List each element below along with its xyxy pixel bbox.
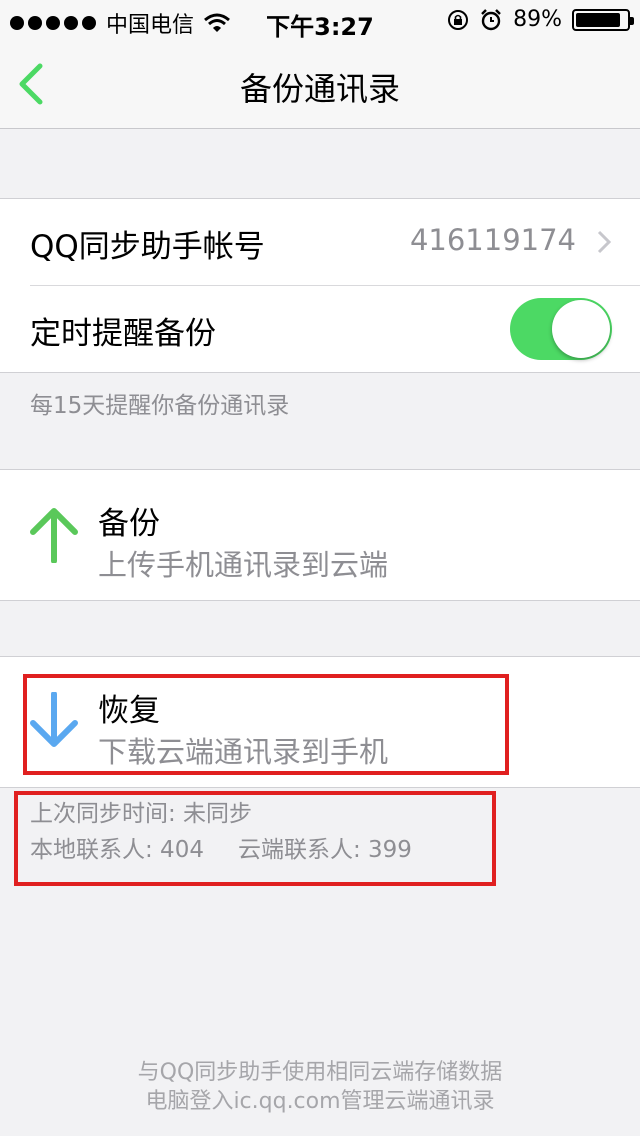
battery-percent: 89% — [513, 7, 562, 32]
sync-info-highlight-box — [14, 791, 496, 886]
account-row[interactable]: QQ同步助手帐号 416119174 — [0, 199, 640, 285]
footer-line-1: 与QQ同步助手使用相同云端存储数据 — [137, 1060, 503, 1085]
toggle-knob — [552, 300, 610, 358]
footer-note: 与QQ同步助手使用相同云端存储数据 电脑登入ic.qq.com管理云端通讯录 — [0, 1058, 640, 1116]
reminder-toggle[interactable] — [510, 298, 612, 360]
account-label: QQ同步助手帐号 — [30, 229, 265, 265]
restore-highlight-box — [23, 674, 509, 775]
battery-icon — [572, 8, 634, 31]
page-title: 备份通讯录 — [239, 70, 400, 108]
status-right: 89% — [447, 7, 634, 32]
arrow-up-icon — [30, 508, 78, 563]
battery-fill — [576, 12, 621, 27]
account-value: 416119174 — [409, 223, 576, 257]
backup-group: 备份 上传手机通讯录到云端 — [0, 469, 640, 601]
chevron-right-icon — [597, 230, 612, 254]
reminder-note: 每15天提醒你备份通讯录 — [30, 393, 290, 419]
status-bar: 中国电信 下午3:27 89% — [0, 0, 640, 41]
backup-subtitle: 上传手机通讯录到云端 — [98, 548, 389, 582]
reminder-row: 定时提醒备份 — [30, 285, 640, 372]
backup-title: 备份 — [98, 506, 160, 542]
rotation-lock-icon — [448, 9, 469, 30]
backup-row[interactable]: 备份 上传手机通讯录到云端 — [0, 470, 640, 600]
alarm-clock-icon — [481, 8, 501, 30]
navigation-bar: 备份通讯录 — [0, 40, 640, 129]
settings-group: QQ同步助手帐号 416119174 定时提醒备份 — [0, 198, 640, 373]
footer-line-2: 电脑登入ic.qq.com管理云端通讯录 — [145, 1089, 495, 1114]
reminder-label: 定时提醒备份 — [30, 316, 216, 352]
battery-tip — [630, 16, 634, 25]
